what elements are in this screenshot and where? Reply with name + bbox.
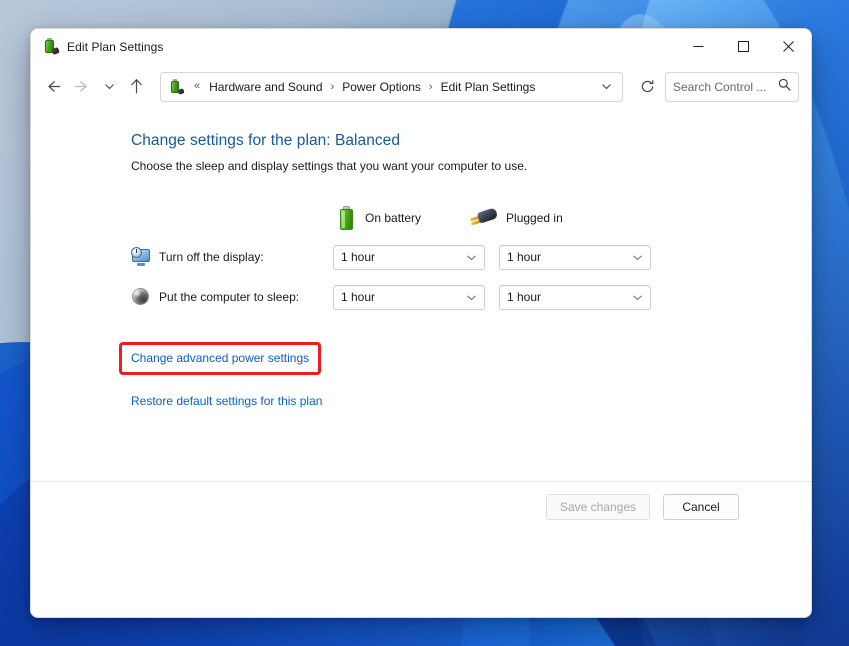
link-change-advanced-power-settings[interactable]: Change advanced power settings (131, 351, 309, 365)
search-box[interactable] (665, 72, 799, 102)
page-subtitle: Choose the sleep and display settings th… (131, 159, 811, 173)
chevron-down-icon[interactable] (632, 252, 643, 263)
link-restore-default-settings[interactable]: Restore default settings for this plan (131, 394, 322, 408)
advanced-settings-link-wrapper: Change advanced power settings (131, 342, 811, 375)
footer-actions: Save changes Cancel (31, 482, 811, 532)
dropdown-value: 1 hour (507, 290, 632, 304)
chevron-down-icon[interactable] (466, 292, 477, 303)
sleep-moon-icon (131, 287, 151, 307)
search-icon[interactable] (778, 78, 791, 96)
dropdown-value: 1 hour (341, 250, 466, 264)
dropdown-value: 1 hour (507, 250, 632, 264)
power-plan-icon (42, 38, 59, 55)
page-title: Change settings for the plan: Balanced (131, 132, 811, 150)
chevron-down-icon[interactable] (466, 252, 477, 263)
save-changes-button[interactable]: Save changes (546, 494, 650, 520)
title-bar-left: Edit Plan Settings (31, 38, 164, 55)
highlight-annotation-box: Change advanced power settings (119, 342, 321, 375)
window-title: Edit Plan Settings (67, 40, 164, 54)
column-headers: On battery Plugged in (131, 204, 811, 232)
breadcrumb-power-options[interactable]: Power Options (338, 77, 425, 97)
restore-defaults-link-wrapper: Restore default settings for this plan (131, 392, 811, 410)
dropdown-turn-off-display-plugged-in[interactable]: 1 hour (499, 245, 651, 270)
breadcrumb-separator-2: › (425, 81, 437, 93)
up-arrow-icon[interactable] (121, 72, 151, 102)
cancel-button[interactable]: Cancel (663, 494, 739, 520)
breadcrumb-overflow[interactable]: « (189, 81, 205, 92)
navigation-bar: « Hardware and Sound › Power Options › E… (31, 64, 811, 109)
column-header-on-battery: On battery (338, 206, 421, 230)
chevron-down-icon[interactable] (632, 292, 643, 303)
edit-plan-settings-window: Edit Plan Settings (30, 28, 812, 618)
column-header-plugged-in-label: Plugged in (506, 211, 563, 225)
title-bar: Edit Plan Settings (31, 29, 811, 64)
dropdown-value: 1 hour (341, 290, 466, 304)
refresh-icon[interactable] (633, 72, 661, 102)
maximize-icon[interactable] (721, 29, 766, 64)
breadcrumb-power-icon (168, 79, 184, 95)
display-clock-icon (131, 247, 151, 267)
breadcrumb-hardware-and-sound[interactable]: Hardware and Sound (205, 77, 326, 97)
search-input[interactable] (673, 80, 776, 94)
dropdown-turn-off-display-on-battery[interactable]: 1 hour (333, 245, 485, 270)
dropdown-sleep-plugged-in[interactable]: 1 hour (499, 285, 651, 310)
content-area: Change settings for the plan: Balanced C… (31, 109, 811, 449)
power-plug-icon (469, 208, 497, 228)
recent-locations-chevron-down-icon[interactable] (97, 72, 121, 102)
column-header-plugged-in: Plugged in (469, 208, 563, 228)
address-bar[interactable]: « Hardware and Sound › Power Options › E… (160, 72, 623, 102)
setting-row-turn-off-display: Turn off the display: 1 hour 1 hour (131, 244, 811, 270)
breadcrumb-edit-plan-settings[interactable]: Edit Plan Settings (437, 77, 540, 97)
breadcrumb-separator-1: › (327, 81, 339, 93)
battery-icon (338, 206, 356, 230)
dropdown-sleep-on-battery[interactable]: 1 hour (333, 285, 485, 310)
setting-label-turn-off-display: Turn off the display: (159, 250, 333, 264)
column-header-on-battery-label: On battery (365, 211, 421, 225)
forward-arrow-icon[interactable] (67, 72, 97, 102)
window-controls (676, 29, 811, 64)
setting-row-put-computer-to-sleep: Put the computer to sleep: 1 hour 1 hour (131, 284, 811, 310)
back-arrow-icon[interactable] (37, 72, 67, 102)
close-icon[interactable] (766, 29, 811, 64)
address-chevron-down-icon[interactable] (594, 75, 618, 99)
minimize-icon[interactable] (676, 29, 721, 64)
setting-label-put-computer-to-sleep: Put the computer to sleep: (159, 290, 333, 304)
